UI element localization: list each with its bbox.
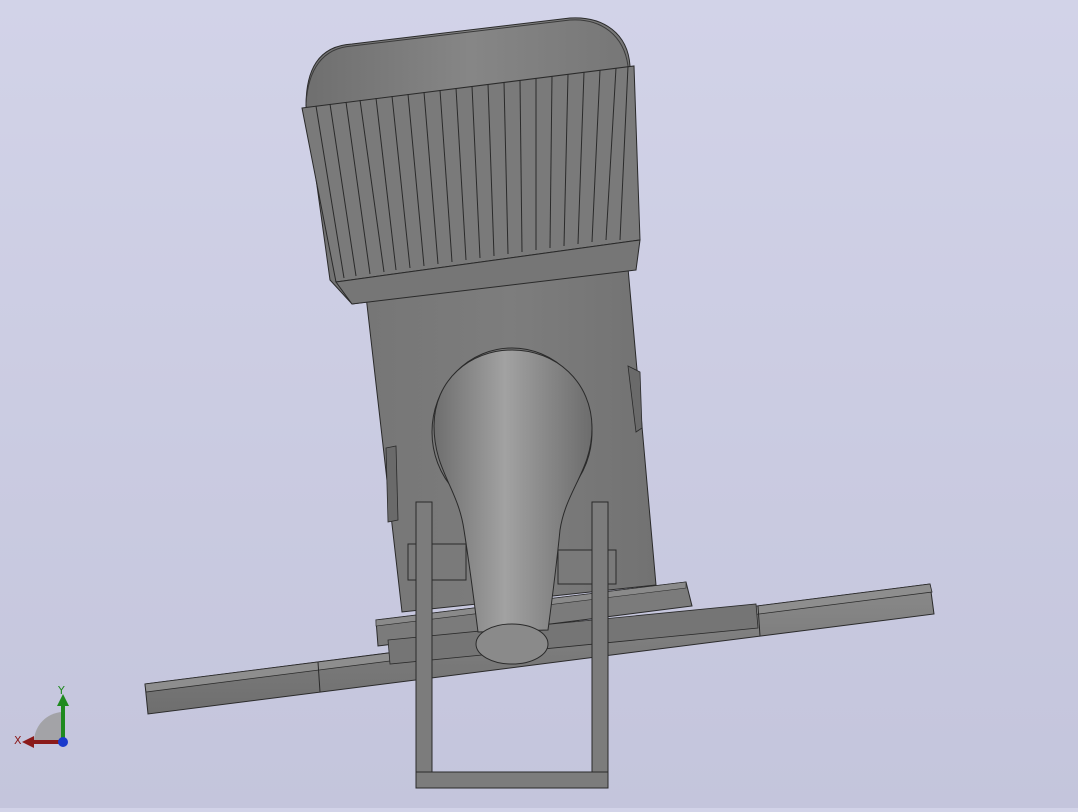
model-render[interactable] [0, 0, 1078, 808]
knurled-knob[interactable] [301, 17, 641, 305]
triad-graphic: Y X [14, 684, 69, 748]
x-axis-arrow-icon [22, 736, 34, 748]
3d-viewport[interactable] [0, 0, 1078, 808]
axis-triad: Y X [12, 684, 76, 750]
triad-quadrant [34, 712, 62, 740]
x-axis-label: X [14, 734, 22, 747]
y-axis-label: Y [57, 684, 65, 697]
z-axis-dot-icon [58, 737, 68, 747]
